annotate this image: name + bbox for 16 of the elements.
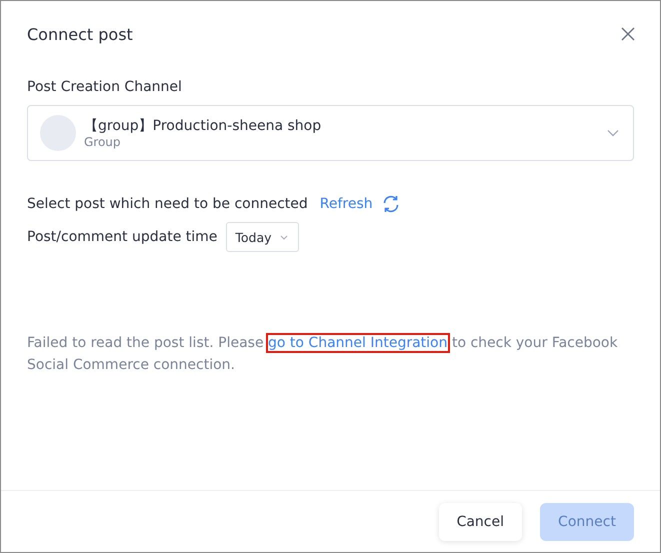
channel-name: 【group】Production-sheena shop [84,117,322,135]
channel-type: Group [84,135,122,149]
time-select[interactable]: Today [226,222,299,252]
refresh-icon[interactable] [380,194,401,214]
error-message: Failed to read the post list. Please go to Channel Integration to check your Facebook Social Commerce connection. [27,334,619,375]
chevron-icon [280,234,288,240]
dialog-title: Connect post [27,24,133,44]
update-time-label: Post/comment update time [27,229,218,245]
close-icon[interactable] [621,27,635,41]
channel-select[interactable]: 【group】Production-sheena shop Group [27,105,634,161]
refresh-link[interactable]: Refresh [320,196,373,212]
select-post-label: Select post which need to be connected [27,196,308,212]
chevron-icon [607,129,619,137]
field-label: Post Creation Channel [27,79,183,95]
cancel-button[interactable]: Cancel [438,502,522,540]
channel-integration-link[interactable]: go to Channel Integration [268,335,448,351]
